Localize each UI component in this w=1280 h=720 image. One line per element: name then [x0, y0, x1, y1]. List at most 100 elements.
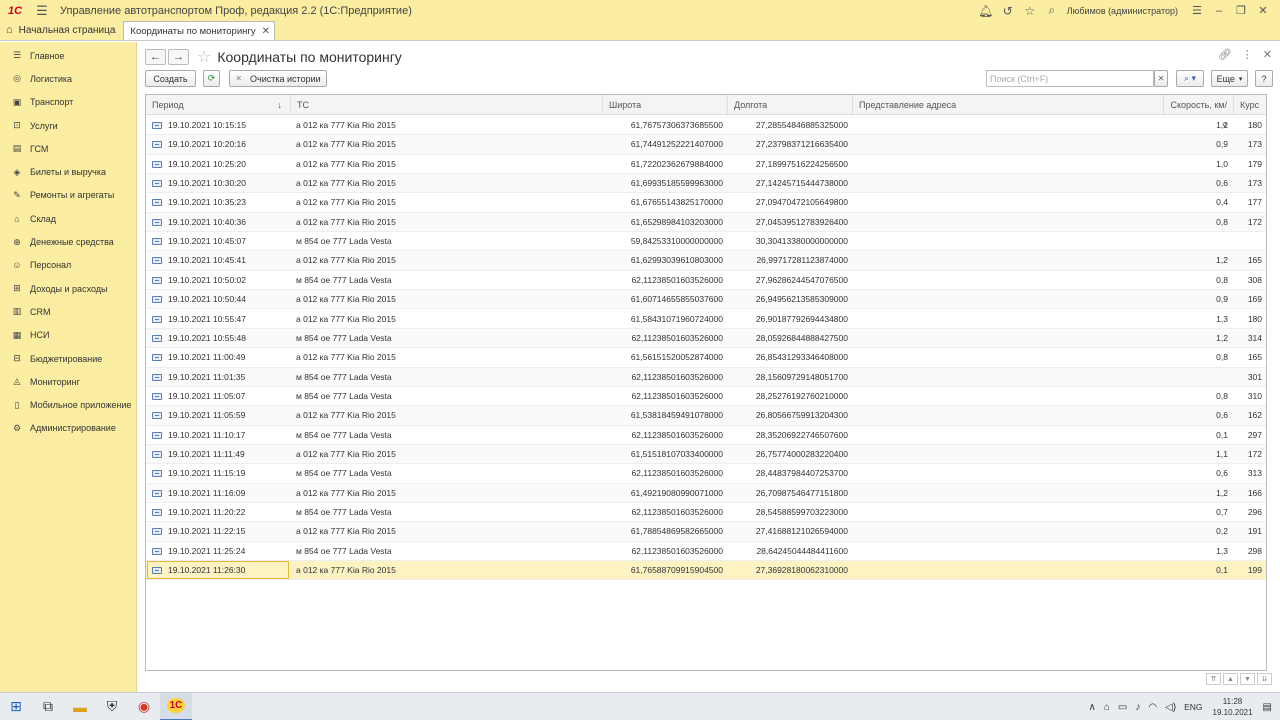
col-latitude[interactable]: Широта: [603, 95, 728, 115]
sidebar-item-monitoring[interactable]: ◬ Мониторинг: [0, 370, 136, 393]
main-menu-icon[interactable]: ☰: [32, 3, 52, 19]
more-vertical-icon[interactable]: ⋮: [1242, 48, 1253, 61]
chevron-up-icon[interactable]: ∧: [1088, 702, 1095, 713]
table-row[interactable]: 19.10.2021 11:26:30 а 012 ка 777 Kia Rio …: [146, 561, 1266, 581]
sidebar-item-fuel[interactable]: ▤ ГСМ: [0, 137, 136, 160]
cell-period: 19.10.2021 11:05:07: [168, 390, 246, 401]
table-row[interactable]: 19.10.2021 11:25:24 м 854 ое 777 Lada Ves…: [146, 542, 1266, 562]
more-button[interactable]: Еще ▾: [1211, 70, 1248, 87]
search-input[interactable]: Поиск (Ctrl+F): [986, 70, 1154, 87]
start-button[interactable]: ⊞: [0, 693, 32, 720]
restore-icon[interactable]: ❐: [1230, 4, 1252, 17]
language-indicator[interactable]: ENG: [1184, 702, 1202, 712]
microphone-icon[interactable]: ♪: [1135, 702, 1140, 713]
sidebar-item-crm[interactable]: ▥ CRM: [0, 300, 136, 323]
sidebar-item-admin[interactable]: ⚙ Администрирование: [0, 417, 136, 440]
table-row[interactable]: 19.10.2021 11:20:22 м 854 ое 777 Lada Ves…: [146, 503, 1266, 523]
scroll-top-button[interactable]: ⇈: [1206, 673, 1221, 685]
sidebar-item-budget[interactable]: ⊟ Бюджетирование: [0, 347, 136, 370]
bell-icon[interactable]: 🔔︎: [975, 4, 997, 18]
clear-history-button[interactable]: ✕ Очистка истории: [229, 70, 327, 87]
favorite-star-icon[interactable]: ☆: [197, 47, 211, 67]
table-row[interactable]: 19.10.2021 10:15:15 а 012 ка 777 Kia Rio …: [146, 116, 1266, 136]
table-row[interactable]: 19.10.2021 11:05:07 м 854 ое 777 Lada Ves…: [146, 387, 1266, 407]
col-period[interactable]: Период ↓: [146, 95, 291, 115]
close-form-icon[interactable]: ✕: [1263, 48, 1272, 61]
table-row[interactable]: 19.10.2021 10:50:02 м 854 ое 777 Lada Ves…: [146, 271, 1266, 291]
link-icon[interactable]: 🔗︎: [1218, 48, 1232, 61]
create-button[interactable]: Создать: [145, 70, 196, 87]
table-row[interactable]: 19.10.2021 11:01:35 м 854 ое 777 Lada Ves…: [146, 367, 1266, 387]
chrome-button[interactable]: ◉: [128, 693, 160, 720]
sidebar-item-warehouse[interactable]: ⌂ Склад: [0, 207, 136, 230]
volume-icon[interactable]: ◁): [1165, 702, 1176, 713]
history-icon[interactable]: ↺: [997, 4, 1019, 18]
table-row[interactable]: 19.10.2021 11:00:49 а 012 ка 777 Kia Rio …: [146, 348, 1266, 368]
sidebar-item-income[interactable]: ⊞ Доходы и расходы: [0, 277, 136, 300]
sidebar-item-reference[interactable]: ▦ НСИ: [0, 324, 136, 347]
table-row[interactable]: 19.10.2021 10:45:41 а 012 ка 777 Kia Rio …: [146, 251, 1266, 271]
refresh-button[interactable]: ⟳: [203, 70, 220, 87]
scroll-bottom-button[interactable]: ⇊: [1257, 673, 1272, 685]
col-vehicle[interactable]: ТС: [291, 95, 603, 115]
sidebar-item-logistics[interactable]: ◎ Логистика: [0, 67, 136, 90]
table-row[interactable]: 19.10.2021 10:30:20 а 012 ка 777 Kia Rio …: [146, 174, 1266, 194]
table-row[interactable]: 19.10.2021 10:55:47 а 012 ка 777 Kia Rio …: [146, 310, 1266, 329]
1c-app-button[interactable]: 1С: [160, 692, 192, 720]
record-icon: [152, 238, 162, 246]
forward-button[interactable]: →: [168, 49, 189, 65]
col-longitude[interactable]: Долгота: [728, 95, 853, 115]
search-clear-button[interactable]: ✕: [1154, 70, 1168, 87]
search-icon[interactable]: ⌕: [1041, 3, 1063, 18]
security-button[interactable]: ⛨: [96, 693, 128, 720]
task-view-button[interactable]: ⧉: [32, 693, 64, 720]
table-row[interactable]: 19.10.2021 10:55:48 м 854 ое 777 Lada Ves…: [146, 328, 1266, 349]
scroll-down-button[interactable]: ▼: [1240, 673, 1255, 685]
settings-icon[interactable]: ☰: [1186, 4, 1208, 17]
coordinates-table[interactable]: Период ↓ ТС Широта Долгота Представление …: [145, 94, 1267, 671]
sidebar-item-transport[interactable]: ▣ Транспорт: [0, 91, 136, 114]
back-button[interactable]: ←: [145, 49, 166, 65]
col-speed[interactable]: Скорость, км/ч: [1164, 95, 1234, 130]
table-row[interactable]: 19.10.2021 11:22:15 а 012 ка 777 Kia Rio …: [146, 522, 1266, 542]
sidebar-item-money[interactable]: ⊕ Денежные средства: [0, 230, 136, 253]
network-icon[interactable]: ⌂: [1104, 702, 1110, 713]
tab-close-icon[interactable]: ✕: [262, 26, 270, 37]
sidebar-item-services[interactable]: ⊡ Услуги: [0, 114, 136, 137]
table-row[interactable]: 19.10.2021 10:50:44 а 012 ка 777 Kia Rio …: [146, 290, 1266, 310]
table-row[interactable]: 19.10.2021 11:15:19 м 854 ое 777 Lada Ves…: [146, 464, 1266, 484]
table-row[interactable]: 19.10.2021 11:10:17 м 854 ое 777 Lada Ves…: [146, 426, 1266, 445]
cell-vehicle: а 012 ка 777 Kia Rio 2015: [296, 139, 396, 150]
clock[interactable]: 11:28 19.10.2021: [1213, 696, 1253, 718]
sidebar-item-main[interactable]: ☰ Главное: [0, 44, 136, 67]
table-row[interactable]: 19.10.2021 10:40:36 а 012 ка 777 Kia Rio …: [146, 212, 1266, 233]
favorites-star-icon[interactable]: ☆: [1019, 4, 1041, 18]
help-button[interactable]: ?: [1255, 70, 1273, 87]
col-address[interactable]: Представление адреса: [853, 95, 1164, 115]
table-row[interactable]: 19.10.2021 10:25:20 а 012 ка 777 Kia Rio …: [146, 155, 1266, 175]
user-name[interactable]: Любимов (администратор): [1067, 6, 1178, 16]
search-options-button[interactable]: ⌕ ▾: [1176, 70, 1204, 87]
notifications-icon[interactable]: ▤: [1263, 702, 1272, 713]
table-row[interactable]: 19.10.2021 11:16:09 а 012 ка 777 Kia Rio …: [146, 483, 1266, 503]
explorer-button[interactable]: ▬: [64, 693, 96, 720]
close-icon[interactable]: ✕: [1252, 4, 1274, 17]
sidebar-item-staff[interactable]: ☺ Персонал: [0, 254, 136, 277]
wifi-icon[interactable]: ◠: [1148, 702, 1157, 713]
arrow-left-icon: ←: [150, 51, 161, 63]
table-row[interactable]: 19.10.2021 11:05:59 а 012 ка 777 Kia Rio …: [146, 406, 1266, 426]
scroll-up-button[interactable]: ▲: [1223, 673, 1238, 685]
sidebar-item-repairs[interactable]: ✎ Ремонты и агрегаты: [0, 184, 136, 207]
sidebar-item-mobile[interactable]: ▯ Мобильное приложение: [0, 393, 136, 416]
col-course[interactable]: Курс: [1234, 95, 1266, 115]
tab-home[interactable]: ⌂ Начальная страница: [0, 20, 123, 40]
minimize-icon[interactable]: –: [1208, 5, 1230, 17]
battery-icon[interactable]: ▭: [1118, 702, 1127, 713]
tab-coordinates[interactable]: Координаты по мониторингу ✕: [123, 21, 275, 40]
table-row[interactable]: 19.10.2021 10:35:23 а 012 ка 777 Kia Rio …: [146, 193, 1266, 213]
table-row[interactable]: 19.10.2021 10:20:16 а 012 ка 777 Kia Rio …: [146, 135, 1266, 155]
table-row[interactable]: 19.10.2021 11:11:49 а 012 ка 777 Kia Rio …: [146, 444, 1266, 465]
table-row[interactable]: 19.10.2021 10:45:07 м 854 ое 777 Lada Ves…: [146, 232, 1266, 252]
sidebar-item-tickets[interactable]: ◈ Билеты и выручка: [0, 160, 136, 183]
record-icon: [152, 470, 162, 478]
